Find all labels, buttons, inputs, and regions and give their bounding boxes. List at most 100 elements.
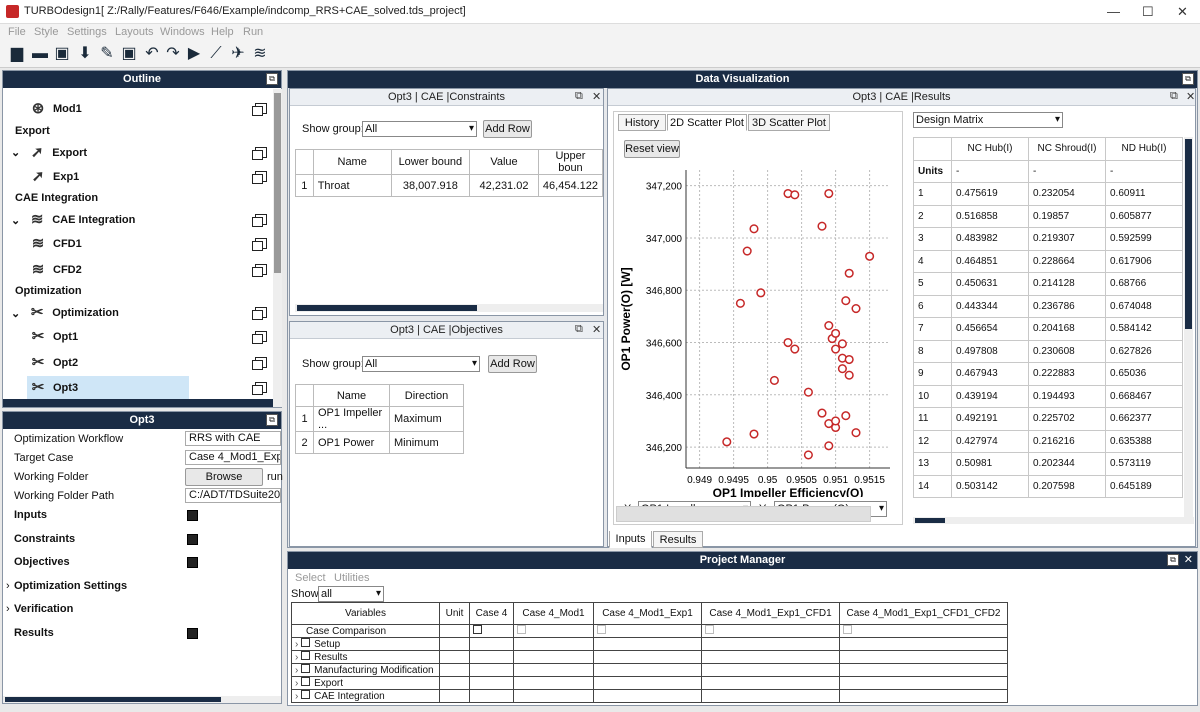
menu-file[interactable]: File [8,26,26,38]
save-as-icon[interactable]: ▣ [120,45,138,63]
matrix-cell[interactable]: 0.467943 [951,362,1029,386]
section-results[interactable]: Results [14,627,54,639]
matrix-cell[interactable]: 0.475619 [951,182,1029,206]
maximize-button[interactable]: ☐ [1142,4,1154,20]
open-window-icon[interactable] [252,382,267,395]
matrix-cell[interactable]: 0.635388 [1105,429,1183,453]
property-value[interactable]: C:/ADT/TDSuite2024_1 [185,488,281,503]
matrix-cell[interactable]: 0.592599 [1105,227,1183,251]
data-point[interactable] [769,375,779,385]
matrix-cell[interactable]: 0.516858 [951,204,1029,228]
checkbox[interactable] [597,625,606,634]
outline-item-cfd1[interactable]: ≋ CFD1 [27,232,189,256]
matrix-cell[interactable]: 0.65036 [1105,362,1183,386]
float-icon[interactable]: ⧉ [266,414,278,426]
data-point[interactable] [837,339,847,349]
matrix-cell[interactable]: 0.202344 [1028,452,1106,476]
matrix-cell[interactable]: 8 [913,339,952,363]
close-button[interactable]: ✕ [1177,4,1188,20]
data-point[interactable] [749,224,759,234]
matrix-cell[interactable]: 0.232054 [1028,182,1106,206]
data-point[interactable] [831,416,841,426]
float-icon[interactable]: ⧉ [575,90,583,103]
matrix-cell[interactable]: 0.194493 [1028,384,1106,408]
matrix-cell[interactable]: 12 [913,429,952,453]
table-row[interactable]: › CAE Integration [291,689,1008,703]
table-row[interactable]: 9 0.467943 0.222883 0.65036 [913,362,1183,386]
matrix-cell[interactable]: 0.627826 [1105,339,1183,363]
checkbox[interactable] [301,638,311,647]
matrix-cell[interactable]: 14 [913,474,952,498]
data-point[interactable] [844,370,854,380]
float-icon[interactable]: ⧉ [1167,554,1179,566]
checkbox[interactable] [473,625,482,634]
data-point[interactable] [824,320,834,331]
property-value[interactable]: RRS with CAE [185,431,281,446]
table-row[interactable]: 2 OP1 Power Minimum [295,431,464,454]
table-row[interactable]: 14 0.503142 0.207598 0.645189 [913,474,1183,498]
table-row[interactable]: Case Comparison [291,624,1008,638]
matrix-cell[interactable]: 0.492191 [951,407,1029,431]
open-window-icon[interactable] [187,557,198,568]
browse-button[interactable]: Browse [185,468,263,486]
matrix-cell[interactable]: 0.605877 [1105,204,1183,228]
open-window-icon[interactable] [252,307,267,320]
float-icon[interactable]: ⧉ [1170,90,1178,103]
matrix-cell[interactable]: 7 [913,317,952,341]
data-point[interactable] [831,344,841,354]
new-file-icon[interactable]: ▆ [8,45,26,63]
open-window-icon[interactable] [252,146,267,160]
matrix-cell[interactable]: 0.427974 [951,429,1029,453]
edit-icon[interactable]: ✎ [98,45,116,63]
menu-style[interactable]: Style [34,26,58,38]
matrix-cell[interactable]: 0.219307 [1028,227,1106,251]
menu-select[interactable]: Select [295,572,326,584]
matrix-cell[interactable]: 4 [913,249,952,273]
design-matrix-hscrollbar[interactable] [913,517,1194,524]
blade-tool-icon[interactable]: ⟋ [207,45,225,63]
data-point[interactable] [756,288,766,298]
outline-item-opt2[interactable]: ✂ Opt2 [27,351,189,375]
tab-2d-scatter-plot[interactable]: 2D Scatter Plot [667,114,747,131]
data-point[interactable] [749,429,759,439]
open-window-icon[interactable] [252,331,267,344]
menu-utilities[interactable]: Utilities [334,572,369,584]
open-window-icon[interactable] [187,533,198,545]
matrix-cell[interactable]: 10 [913,384,952,408]
matrix-cell[interactable]: 0.19857 [1028,204,1106,228]
chevron-down-icon[interactable]: ⌄ [11,146,20,159]
table-row[interactable]: 11 0.492191 0.225702 0.662377 [913,407,1183,431]
menu-layouts[interactable]: Layouts [115,26,154,38]
show-group-select[interactable]: All [362,121,477,137]
matrix-cell[interactable]: 1 [913,182,952,206]
data-point[interactable] [824,441,834,451]
scatter-plot[interactable]: 0.949 0.9495 0.95 0.9505 0.951 0.9515 346,200 3… [614,162,902,497]
matrix-cell[interactable]: 0.573119 [1105,452,1183,476]
table-row[interactable]: 2 0.516858 0.19857 0.605877 [913,204,1183,228]
data-point[interactable] [722,437,732,447]
open-window-icon[interactable] [187,627,198,639]
data-point[interactable] [803,387,813,397]
show-group-select[interactable]: All [362,356,480,372]
checkbox[interactable] [301,664,311,673]
table-row[interactable]: 4 0.464851 0.228664 0.617906 [913,249,1183,273]
outline-item-opt3[interactable]: ✂ Opt3 [27,376,189,400]
open-window-icon[interactable] [252,263,267,277]
matrix-cell[interactable]: 0.439194 [951,384,1029,408]
open-window-icon[interactable] [187,510,198,521]
design-matrix-scrollbar[interactable] [1184,137,1193,517]
data-point[interactable] [837,364,847,374]
matrix-cell[interactable]: 0.503142 [951,474,1029,498]
redo-icon[interactable]: ↷ [164,45,182,63]
chevron-right-icon[interactable]: › [6,603,10,615]
outline-item-export[interactable]: ⌄ ➚ Export [11,141,189,165]
table-row[interactable]: 13 0.50981 0.202344 0.573119 [913,452,1183,476]
matrix-cell[interactable]: 0.228664 [1028,249,1106,273]
checkbox[interactable] [301,690,311,699]
opt3-hscrollbar[interactable] [3,696,281,703]
section-optimization-settings[interactable]: Optimization Settings [14,580,127,592]
float-icon[interactable]: ⧉ [575,323,583,336]
matrix-cell[interactable]: 0.50981 [951,452,1029,476]
matrix-cell[interactable]: 0.456654 [951,317,1029,341]
outline-item-exp1[interactable]: ➚ Exp1 [27,165,189,189]
